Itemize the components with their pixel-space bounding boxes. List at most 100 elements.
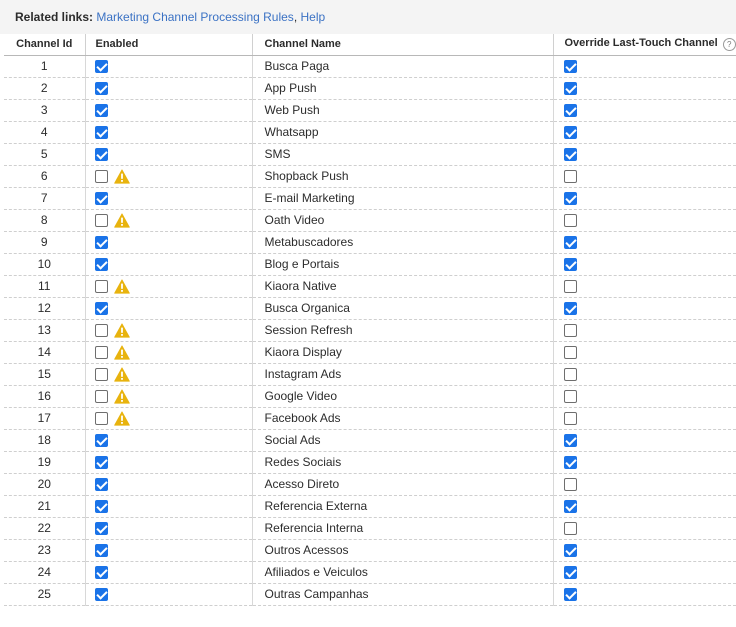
override-cell: [552, 451, 736, 474]
column-header-enabled: Enabled: [84, 34, 252, 56]
override-cell: [552, 297, 736, 320]
warning-triangle-icon: [113, 213, 130, 228]
override-checkbox[interactable]: [563, 434, 577, 448]
warning-triangle-icon: [113, 367, 130, 382]
override-checkbox[interactable]: [563, 60, 577, 74]
enabled-checkbox[interactable]: [94, 522, 108, 536]
channel-name-cell: E-mail Marketing: [251, 187, 553, 210]
channel-id-cell: 22: [4, 517, 85, 540]
enabled-checkbox[interactable]: [94, 367, 108, 381]
enabled-checkbox[interactable]: [94, 126, 108, 140]
enabled-cell: [84, 385, 252, 408]
enabled-cell: [84, 451, 252, 474]
table-row: 17 Facebook Ads: [4, 407, 736, 430]
enabled-checkbox[interactable]: [94, 279, 108, 293]
enabled-checkbox[interactable]: [94, 434, 108, 448]
enabled-checkbox[interactable]: [94, 213, 108, 227]
enabled-checkbox[interactable]: [94, 566, 108, 580]
enabled-checkbox[interactable]: [94, 389, 108, 403]
enabled-checkbox[interactable]: [94, 148, 108, 162]
table-row: 13 Session Refresh: [4, 319, 736, 342]
warning-triangle-icon: [113, 389, 130, 404]
override-checkbox[interactable]: [563, 104, 577, 118]
enabled-checkbox[interactable]: [94, 236, 108, 250]
channel-id-cell: 2: [4, 77, 85, 100]
table-row: 7 E-mail Marketing: [4, 187, 736, 210]
override-checkbox[interactable]: [563, 214, 577, 228]
enabled-checkbox[interactable]: [94, 411, 108, 425]
table-row: 16 Google Video: [4, 385, 736, 408]
channel-name-cell: Social Ads: [251, 429, 553, 452]
enabled-checkbox[interactable]: [94, 192, 108, 206]
channels-table-body: 1 Busca Paga 2 App Push 3 Web Push 4 Whatsapp 5 S…: [4, 55, 736, 606]
channel-name-cell: Metabuscadores: [251, 231, 553, 254]
table-row: 24 Afiliados e Veiculos: [4, 561, 736, 584]
channel-name-cell: Web Push: [251, 99, 553, 122]
enabled-checkbox[interactable]: [94, 60, 108, 74]
enabled-checkbox[interactable]: [94, 345, 108, 359]
override-checkbox[interactable]: [563, 126, 577, 140]
override-checkbox[interactable]: [563, 368, 577, 382]
override-checkbox[interactable]: [563, 192, 577, 206]
table-row: 11 Kiaora Native: [4, 275, 736, 298]
channel-name-cell: Outros Acessos: [251, 539, 553, 562]
warning-triangle-icon: [113, 279, 130, 294]
question-circle-icon[interactable]: ?: [722, 38, 736, 52]
override-checkbox[interactable]: [563, 566, 577, 580]
enabled-checkbox[interactable]: [94, 82, 108, 96]
channel-name-cell: Oath Video: [251, 209, 553, 232]
channel-id-cell: 23: [4, 539, 85, 562]
channel-name-cell: Acesso Direto: [251, 473, 553, 496]
help-link[interactable]: Help: [301, 10, 326, 24]
enabled-checkbox[interactable]: [94, 456, 108, 470]
channel-id-cell: 25: [4, 583, 85, 606]
override-checkbox[interactable]: [563, 170, 577, 184]
column-header-override: Override Last-Touch Channel?: [552, 34, 736, 56]
enabled-checkbox[interactable]: [94, 302, 108, 316]
override-cell: [552, 143, 736, 166]
enabled-cell: [84, 429, 252, 452]
enabled-cell: [84, 187, 252, 210]
enabled-checkbox[interactable]: [94, 258, 108, 272]
channel-name-cell: Blog e Portais: [251, 253, 553, 276]
enabled-checkbox[interactable]: [94, 323, 108, 337]
override-checkbox[interactable]: [563, 148, 577, 162]
override-checkbox[interactable]: [563, 544, 577, 558]
override-checkbox[interactable]: [563, 258, 577, 272]
channel-id-cell: 13: [4, 319, 85, 342]
enabled-cell: [84, 77, 252, 100]
channel-name-cell: Whatsapp: [251, 121, 553, 144]
override-cell: [552, 363, 736, 386]
override-checkbox[interactable]: [563, 82, 577, 96]
override-checkbox[interactable]: [563, 588, 577, 602]
override-checkbox[interactable]: [563, 346, 577, 360]
override-checkbox[interactable]: [563, 500, 577, 514]
override-checkbox[interactable]: [563, 390, 577, 404]
override-checkbox[interactable]: [563, 324, 577, 338]
table-row: 3 Web Push: [4, 99, 736, 122]
override-checkbox[interactable]: [563, 302, 577, 316]
enabled-checkbox[interactable]: [94, 104, 108, 118]
table-row: 20 Acesso Direto: [4, 473, 736, 496]
override-cell: [552, 429, 736, 452]
channel-id-cell: 3: [4, 99, 85, 122]
override-cell: [552, 55, 736, 78]
enabled-checkbox[interactable]: [94, 544, 108, 558]
enabled-checkbox[interactable]: [94, 588, 108, 602]
enabled-checkbox[interactable]: [94, 478, 108, 492]
channel-id-cell: 5: [4, 143, 85, 166]
override-cell: [552, 517, 736, 540]
override-checkbox[interactable]: [563, 280, 577, 294]
override-checkbox[interactable]: [563, 522, 577, 536]
enabled-cell: [84, 231, 252, 254]
override-checkbox[interactable]: [563, 478, 577, 492]
marketing-channel-processing-rules-link[interactable]: Marketing Channel Processing Rules: [96, 10, 293, 24]
override-checkbox[interactable]: [563, 236, 577, 250]
enabled-checkbox[interactable]: [94, 500, 108, 514]
override-checkbox[interactable]: [563, 456, 577, 470]
override-cell: [552, 385, 736, 408]
override-checkbox[interactable]: [563, 412, 577, 426]
enabled-checkbox[interactable]: [94, 169, 108, 183]
channel-id-cell: 7: [4, 187, 85, 210]
table-row: 22 Referencia Interna: [4, 517, 736, 540]
